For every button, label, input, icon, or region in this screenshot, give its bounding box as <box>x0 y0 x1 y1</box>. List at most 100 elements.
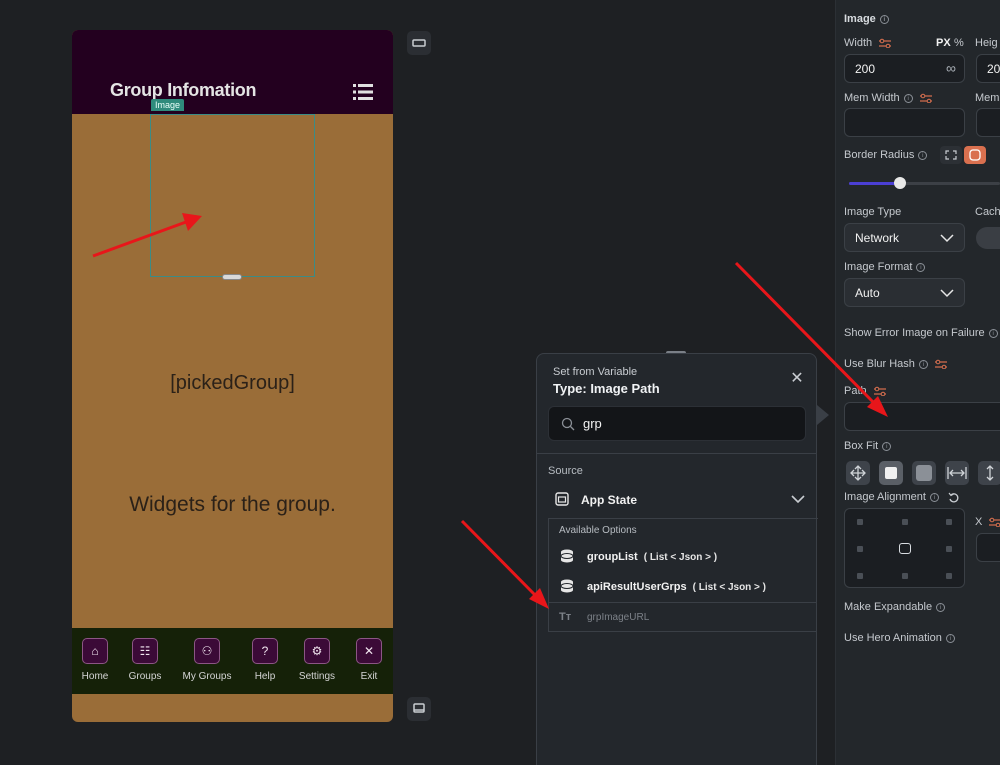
exit-icon: ✕ <box>356 638 382 664</box>
fit-contain-icon[interactable] <box>879 461 903 485</box>
app-state-source[interactable]: App State <box>581 493 637 507</box>
fit-cover-icon[interactable] <box>912 461 936 485</box>
info-icon: i <box>882 441 892 451</box>
nav-label: Settings <box>298 671 336 682</box>
nav-label: My Groups <box>182 671 232 682</box>
image-format-text: Image Format <box>844 261 913 273</box>
info-icon: i <box>918 359 928 369</box>
height-input[interactable]: 20 <box>976 54 1000 83</box>
hero-animation-label: Use Hero Animation i <box>844 632 955 644</box>
x-offset-input[interactable] <box>976 533 1000 562</box>
align-bottom-right[interactable] <box>946 573 952 579</box>
bottom-nav-bar: ⌂ Home ☷ Groups ⚇ My Groups ? Help ⚙ Set… <box>72 628 393 694</box>
sliders-icon[interactable] <box>919 93 932 104</box>
preview-mode-button[interactable] <box>407 697 431 721</box>
option-name: apiResultUserGrps <box>587 581 687 593</box>
rounded-square-icon[interactable] <box>964 146 986 164</box>
align-bottom-center[interactable] <box>902 573 908 579</box>
popup-pointer <box>817 405 829 425</box>
sliders-icon[interactable] <box>873 386 886 397</box>
nav-label: Groups <box>128 671 162 682</box>
image-widget[interactable] <box>150 114 315 277</box>
list-icon[interactable] <box>353 83 373 101</box>
alignment-text: Image Alignment <box>844 491 926 503</box>
path-text: Path <box>844 385 867 397</box>
cache-label: Cach <box>975 206 1000 218</box>
info-icon: i <box>945 633 955 643</box>
border-radius-label: Border Radius i <box>844 149 928 161</box>
fit-none-icon[interactable] <box>846 461 870 485</box>
width-text: Width <box>844 37 873 49</box>
sliders-icon[interactable] <box>989 517 1000 528</box>
image-format-label: Image Format i <box>844 261 926 273</box>
hero-text: Use Hero Animation <box>844 632 942 644</box>
source-label: Source <box>548 465 583 477</box>
section-image-header: Image i <box>844 13 889 25</box>
option-apiresultusergrps[interactable]: apiResultUserGrps ( List < Json > ) <box>549 572 817 602</box>
align-top-right[interactable] <box>946 519 952 525</box>
box-fit-text: Box Fit <box>844 440 879 452</box>
align-center[interactable] <box>899 543 911 554</box>
fit-height-icon[interactable] <box>978 461 1000 485</box>
nav-label: Home <box>81 671 109 682</box>
device-toggle-button[interactable] <box>407 31 431 55</box>
variable-search-input[interactable]: grp <box>548 406 806 441</box>
mem-width-label: Mem Width i <box>844 92 932 104</box>
width-label: Width <box>844 37 892 49</box>
app-bar: Group Infomation <box>72 30 393 114</box>
align-top-left[interactable] <box>857 519 863 525</box>
mem-width-input[interactable] <box>844 108 965 137</box>
mem-height-input[interactable] <box>976 108 1000 137</box>
database-icon <box>560 579 574 593</box>
path-label: Path <box>844 385 886 397</box>
nav-groups[interactable]: ☷ Groups <box>120 638 170 682</box>
chevron-down-icon[interactable] <box>791 494 805 504</box>
sliders-icon[interactable] <box>934 359 947 370</box>
infinity-icon[interactable]: ∞ <box>946 60 956 76</box>
close-icon[interactable]: ✕ <box>790 371 804 387</box>
align-center-right[interactable] <box>946 546 952 552</box>
nav-help[interactable]: ? Help <box>240 638 290 682</box>
app-state-icon <box>555 492 569 506</box>
x-text: X <box>975 516 983 528</box>
align-top-center[interactable] <box>902 519 908 525</box>
chevron-down-icon <box>940 289 954 298</box>
box-fit-label: Box Fit i <box>844 440 892 452</box>
show-error-text: Show Error Image on Failure <box>844 327 985 339</box>
width-value: 200 <box>855 62 876 76</box>
image-selection-tag: Image <box>151 99 185 111</box>
settings-icon: ⚙ <box>304 638 330 664</box>
popup-title: Type: Image Path <box>553 381 660 396</box>
info-icon: i <box>918 150 928 160</box>
mem-width-text: Mem Width <box>844 92 900 104</box>
path-input[interactable] <box>844 402 1000 431</box>
image-format-dropdown[interactable]: Auto <box>844 278 965 307</box>
reset-icon[interactable] <box>948 492 959 503</box>
unit-px-toggle[interactable]: PX <box>936 37 951 49</box>
nav-exit[interactable]: ✕ Exit <box>344 638 393 682</box>
phone-preview[interactable]: Group Infomation Image [pickedGroup] Wid… <box>72 30 393 722</box>
available-options-label: Available Options <box>559 525 637 536</box>
alignment-grid[interactable] <box>844 508 965 588</box>
unit-percent-toggle[interactable]: % <box>954 37 964 49</box>
fit-width-icon[interactable] <box>945 461 969 485</box>
nav-my-groups[interactable]: ⚇ My Groups <box>182 638 232 682</box>
image-type-label: Image Type <box>844 206 902 218</box>
image-alignment-label: Image Alignment i <box>844 491 959 503</box>
radius-slider-thumb[interactable] <box>894 177 906 189</box>
option-grouplist[interactable]: groupList ( List < Json > ) <box>549 542 817 572</box>
corners-expand-icon[interactable] <box>940 146 962 164</box>
mem-height-label: Mem <box>975 92 1000 104</box>
width-input[interactable]: 200 ∞ <box>844 54 965 83</box>
make-expandable-label: Make Expandable i <box>844 601 946 613</box>
info-icon: i <box>879 14 889 24</box>
align-center-left[interactable] <box>857 546 863 552</box>
image-type-dropdown[interactable]: Network <box>844 223 965 252</box>
option-grpimageurl[interactable]: Tт grpImageURL <box>549 602 817 632</box>
sliders-icon[interactable] <box>879 38 892 49</box>
nav-home[interactable]: ⌂ Home <box>72 638 120 682</box>
cache-toggle[interactable] <box>976 227 1000 249</box>
align-bottom-left[interactable] <box>857 573 863 579</box>
image-resize-handle[interactable] <box>222 274 242 280</box>
nav-settings[interactable]: ⚙ Settings <box>292 638 342 682</box>
